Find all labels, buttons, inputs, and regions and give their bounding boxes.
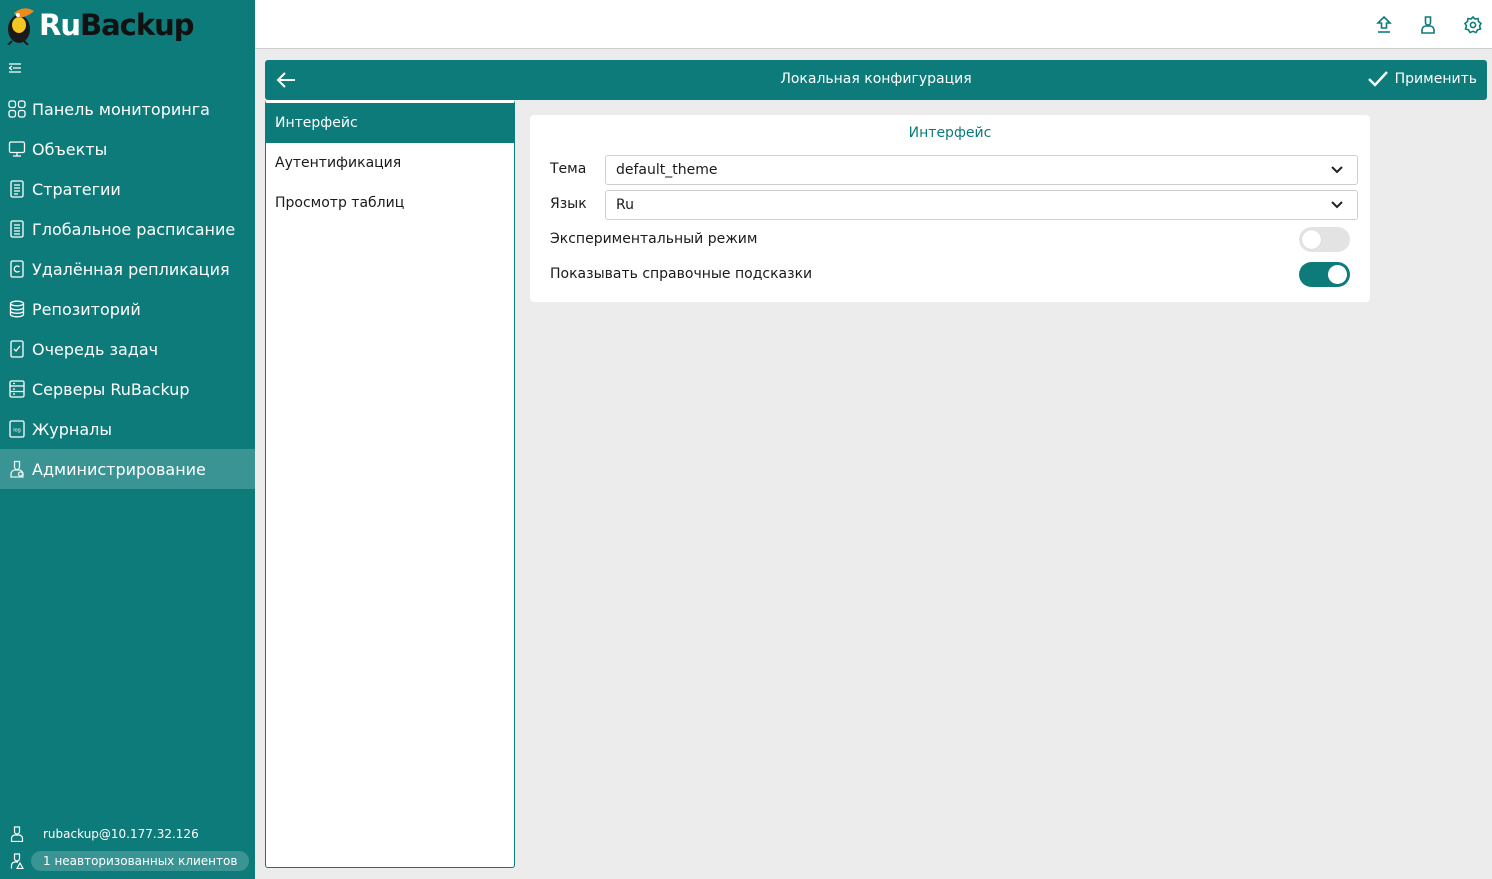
tab-interface[interactable]: Интерфейс xyxy=(266,103,514,143)
sidebar-item-task-queue[interactable]: Очередь задач xyxy=(0,329,255,369)
language-select[interactable]: Ru xyxy=(605,190,1358,220)
sidebar-item-repository[interactable]: Репозиторий xyxy=(0,289,255,329)
toggle-knob xyxy=(1302,230,1321,249)
sidebar-item-label: Журналы xyxy=(32,419,112,439)
unauthorized-clients[interactable]: 1 неавторизованных клиентов xyxy=(10,851,250,871)
server-icon xyxy=(8,380,26,398)
tab-authentication[interactable]: Аутентификация xyxy=(266,143,514,183)
top-bar xyxy=(255,0,1492,49)
sidebar-item-remote-replication[interactable]: Удалённая репликация xyxy=(0,249,255,289)
sidebar-item-label: Администрирование xyxy=(32,459,206,479)
unauthorized-clients-badge[interactable]: 1 неавторизованных клиентов xyxy=(31,851,250,871)
sidebar-item-label: Объекты xyxy=(32,139,108,159)
sidebar-item-administration[interactable]: Администрирование xyxy=(0,449,255,489)
monitor-icon xyxy=(8,140,26,158)
document-icon xyxy=(8,180,26,198)
sidebar-item-dashboard[interactable]: Панель мониторинга xyxy=(0,89,255,129)
user-icon[interactable] xyxy=(1418,15,1438,35)
experimental-mode-label: Экспериментальный режим xyxy=(550,231,758,247)
show-hints-toggle[interactable] xyxy=(1299,262,1350,287)
sidebar-item-servers[interactable]: Серверы RuBackup xyxy=(0,369,255,409)
sidebar-item-objects[interactable]: Объекты xyxy=(0,129,255,169)
show-hints-label: Показывать справочные подсказки xyxy=(550,266,813,282)
toggle-knob xyxy=(1328,265,1347,284)
brand-part-2: Backup xyxy=(79,8,195,42)
upload-icon[interactable] xyxy=(1374,15,1394,35)
toucan-logo-icon xyxy=(7,8,34,45)
sidebar-item-label: Серверы RuBackup xyxy=(32,379,190,399)
sidebar-item-label: Удалённая репликация xyxy=(32,259,230,279)
config-header: Локальная конфигурация Применить xyxy=(265,60,1487,100)
brand-part-1: Ru xyxy=(39,8,81,42)
task-queue-icon xyxy=(8,340,26,358)
schedule-icon xyxy=(8,220,26,238)
dashboard-icon xyxy=(8,100,26,118)
apply-button-label: Применить xyxy=(1394,71,1477,87)
sidebar-nav: Панель мониторинга Объекты Стратегии Гло… xyxy=(0,89,255,489)
sidebar-item-label: Стратегии xyxy=(32,179,121,199)
sidebar: RuBackup Панель мониторинга Объекты Стра… xyxy=(0,0,255,879)
user-alert-icon xyxy=(10,853,24,869)
chevron-down-icon xyxy=(1331,166,1343,174)
language-select-value: Ru xyxy=(616,197,634,213)
sidebar-item-label: Репозиторий xyxy=(32,299,141,319)
page-title: Локальная конфигурация xyxy=(780,71,972,87)
language-label: Язык xyxy=(550,196,587,212)
current-user: rubackup@10.177.32.126 xyxy=(10,826,199,842)
chevron-down-icon xyxy=(1331,201,1343,209)
log-icon: log xyxy=(8,420,26,438)
settings-category-list: Интерфейс Аутентификация Просмотр таблиц xyxy=(265,100,515,868)
admin-icon xyxy=(8,460,26,478)
rubackup-logo[interactable]: RuBackup xyxy=(4,4,195,46)
card-title: Интерфейс xyxy=(908,125,992,141)
experimental-mode-toggle[interactable] xyxy=(1299,227,1350,252)
user-icon xyxy=(10,826,24,842)
theme-select-value: default_theme xyxy=(616,162,718,178)
current-user-label: rubackup@10.177.32.126 xyxy=(43,827,199,841)
replication-icon xyxy=(8,260,26,278)
sidebar-item-label: Глобальное расписание xyxy=(32,219,236,239)
sidebar-item-logs[interactable]: log Журналы xyxy=(0,409,255,449)
brand-name: RuBackup xyxy=(39,8,195,42)
sidebar-item-strategies[interactable]: Стратегии xyxy=(0,169,255,209)
sidebar-item-label: Очередь задач xyxy=(32,339,159,359)
settings-icon[interactable] xyxy=(1463,15,1483,35)
sidebar-item-label: Панель мониторинга xyxy=(32,99,210,119)
checkmark-icon xyxy=(1367,71,1388,87)
sidebar-item-global-schedule[interactable]: Глобальное расписание xyxy=(0,209,255,249)
database-icon xyxy=(8,300,26,318)
interface-settings-card: Интерфейс Тема default_theme Язык Ru Экс… xyxy=(530,115,1370,302)
theme-select[interactable]: default_theme xyxy=(605,155,1358,185)
svg-text:log: log xyxy=(13,428,21,434)
collapse-menu-icon[interactable] xyxy=(8,61,22,75)
theme-label: Тема xyxy=(550,161,587,177)
tab-table-view[interactable]: Просмотр таблиц xyxy=(266,183,514,223)
apply-button[interactable]: Применить xyxy=(1367,69,1477,89)
